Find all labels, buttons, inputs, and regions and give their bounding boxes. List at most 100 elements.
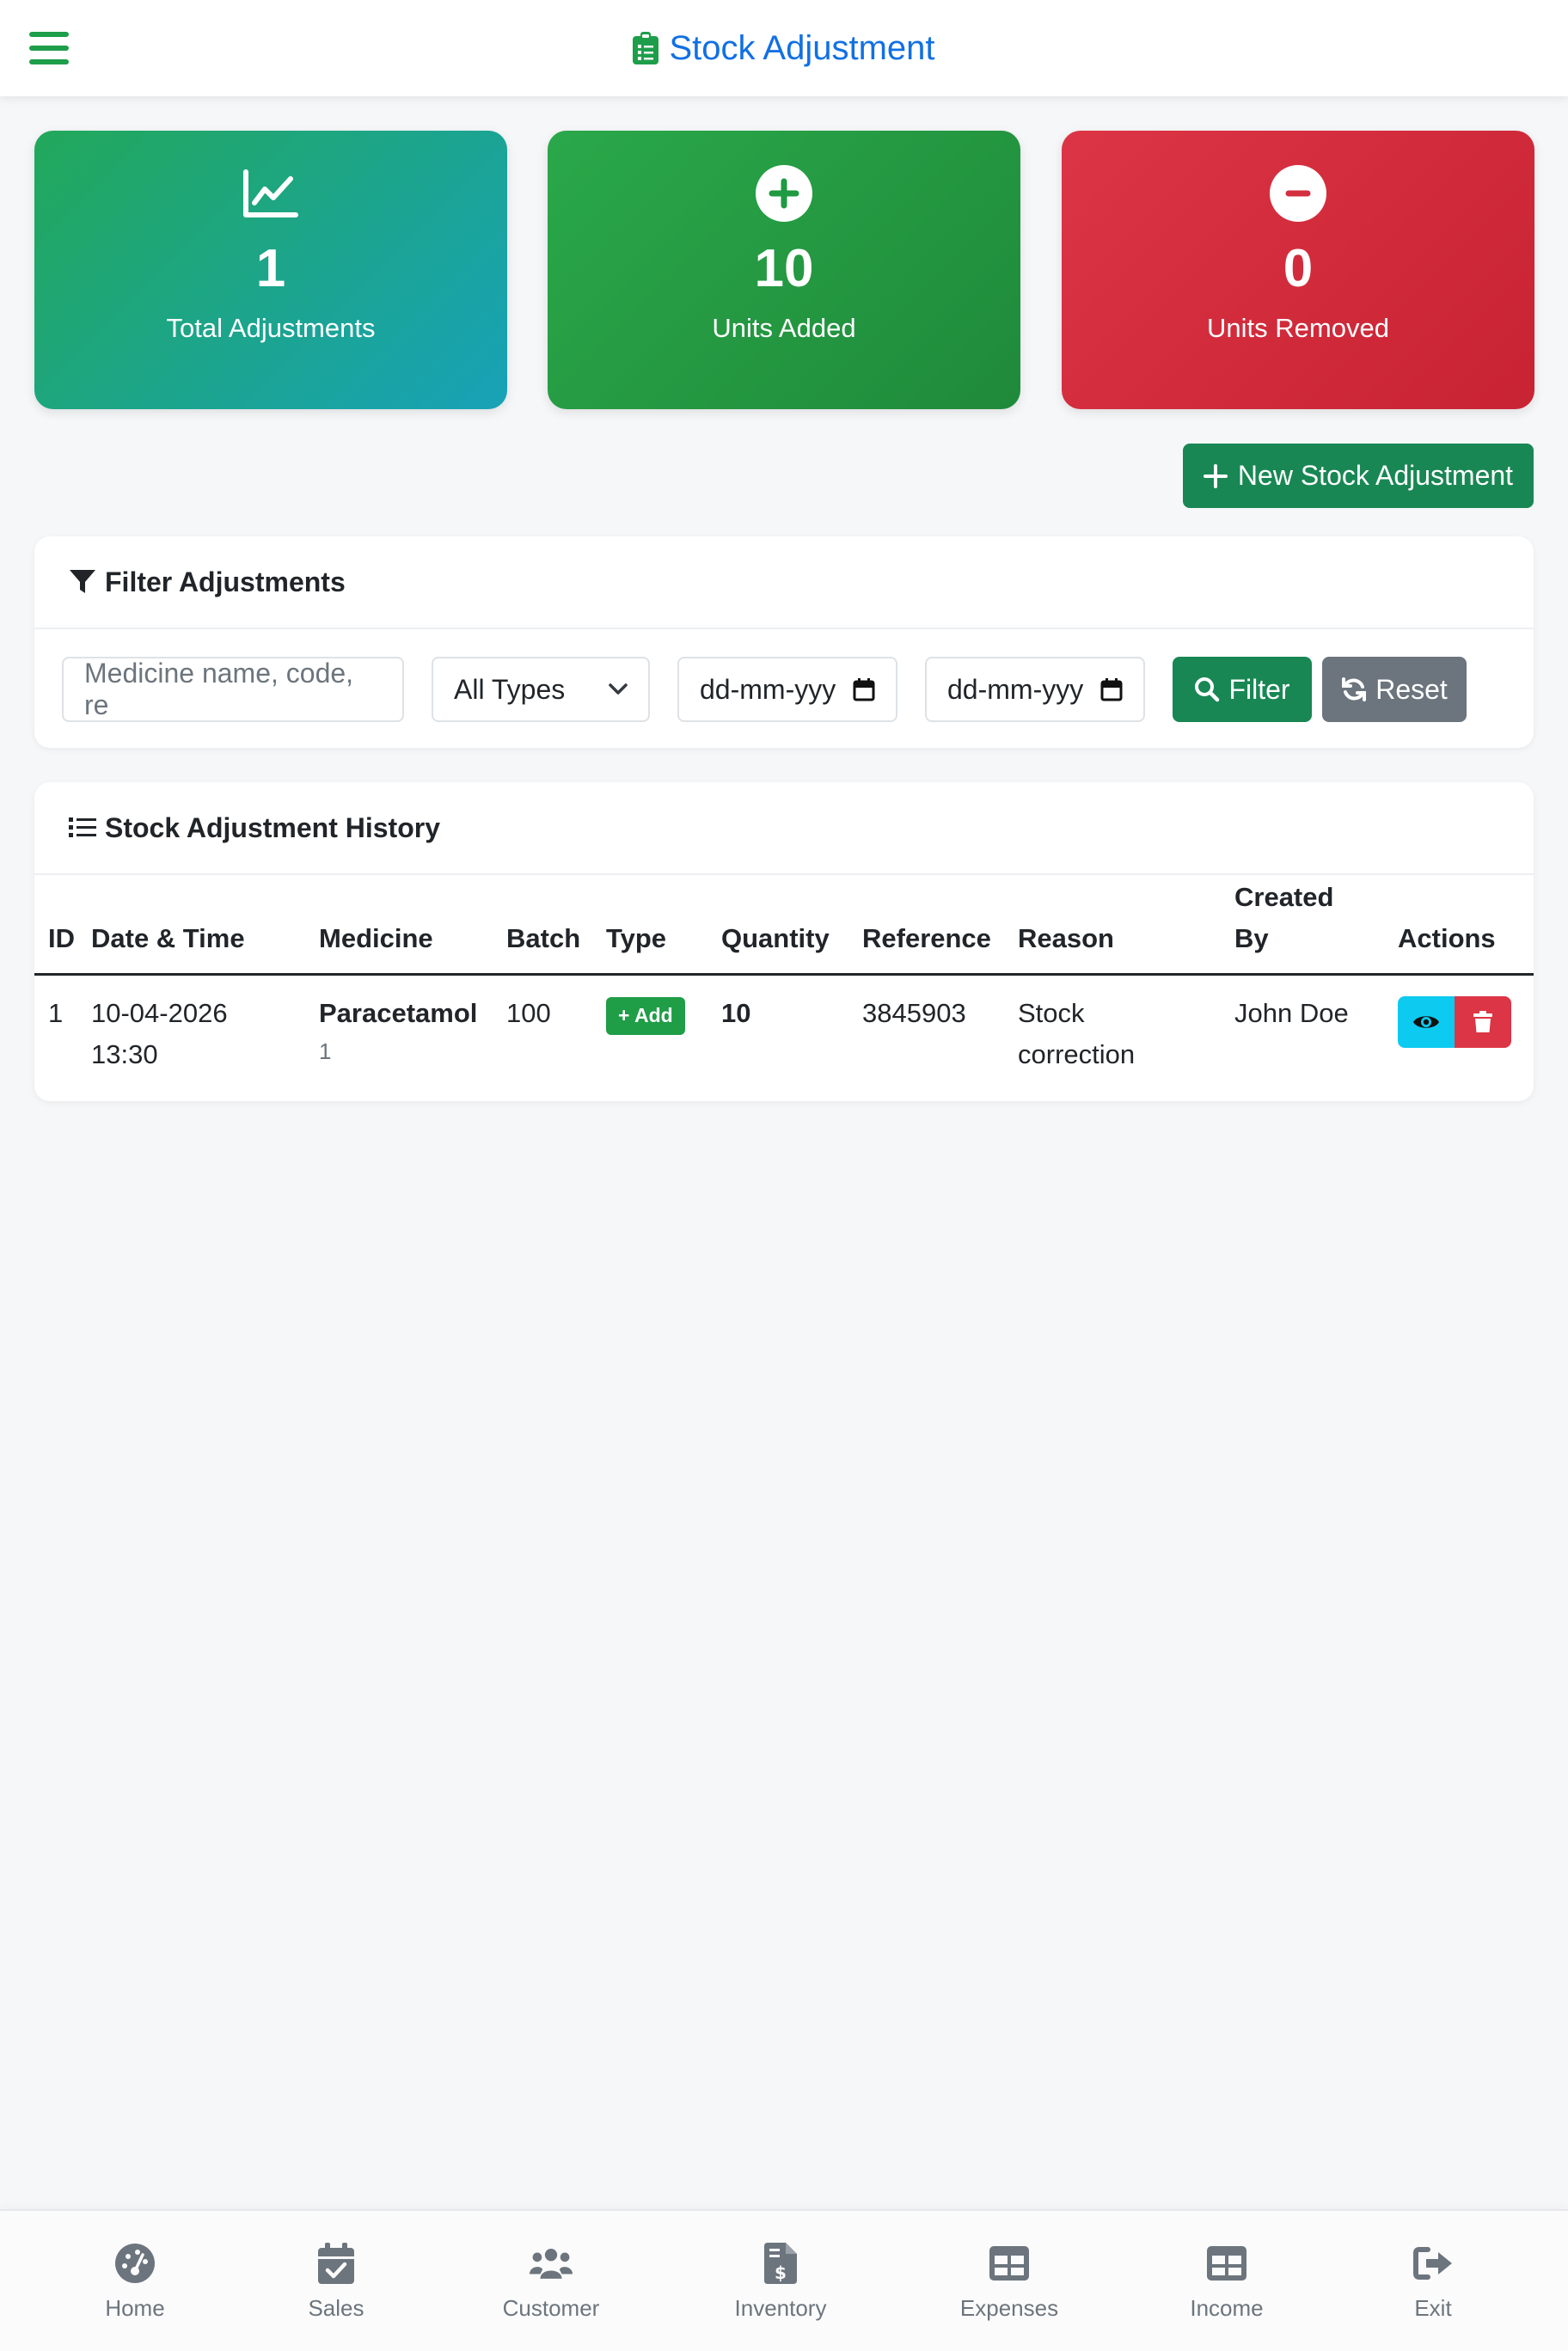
sign-out-icon [1412, 2242, 1455, 2285]
list-icon [69, 817, 96, 839]
nav-expenses[interactable]: Expenses [923, 2242, 1095, 2322]
nav-income-label: Income [1190, 2295, 1264, 2321]
reset-button[interactable]: Reset [1322, 657, 1467, 722]
refresh-icon [1341, 677, 1367, 702]
filter-button-label: Filter [1228, 673, 1290, 705]
bottom-nav: Home Sales Customer $ Inventory Expenses… [0, 2209, 1568, 2351]
chevron-down-icon [609, 683, 628, 695]
nav-customer-label: Customer [502, 2295, 600, 2321]
nav-exit-label: Exit [1414, 2295, 1452, 2321]
column-header-type: Type [606, 877, 721, 977]
chart-line-icon [241, 163, 301, 223]
delete-button[interactable] [1455, 996, 1511, 1049]
history-panel-title: Stock Adjustment History [105, 811, 440, 843]
column-header-medicine: Medicine [319, 877, 506, 977]
cell-reason: Stock correction [1018, 998, 1136, 1070]
cell-batch: 100 [506, 998, 551, 1029]
column-header-batch: Batch [506, 877, 606, 977]
type-badge: + Add [606, 997, 685, 1035]
filter-panel-header: Filter Adjustments [34, 536, 1534, 629]
table-grid-icon [1205, 2242, 1248, 2285]
plus-icon [1203, 463, 1228, 488]
minus-circle-icon [1268, 163, 1328, 223]
trash-icon [1473, 1011, 1492, 1033]
filter-panel: Filter Adjustments Medicine name, code, … [34, 536, 1534, 748]
view-button[interactable] [1398, 996, 1455, 1049]
nav-sales[interactable]: Sales [250, 2242, 422, 2322]
column-header-reason: Reason [1018, 877, 1234, 977]
history-panel: Stock Adjustment History ID Date & Time … [34, 782, 1534, 1101]
nav-home[interactable]: Home [49, 2242, 221, 2322]
hamburger-menu-icon[interactable] [29, 32, 69, 64]
date-to-placeholder: dd-mm-yyy [947, 673, 1084, 705]
column-header-id: ID [34, 877, 91, 977]
calendar-icon[interactable] [853, 677, 875, 701]
cell-reference: 3845903 [862, 998, 966, 1029]
reset-button-label: Reset [1375, 673, 1448, 705]
dashboard-gauge-icon [113, 2242, 156, 2285]
stat-label: Total Adjustments [166, 313, 376, 343]
column-header-reference: Reference [862, 877, 1018, 977]
stat-value: 1 [255, 239, 286, 298]
cell-type: + Add [606, 975, 721, 1076]
top-header: Stock Adjustment [0, 0, 1568, 96]
search-placeholder: Medicine name, code, re [84, 658, 354, 720]
file-invoice-dollar-icon: $ [759, 2242, 802, 2285]
nav-inventory[interactable]: $ Inventory [695, 2242, 867, 2322]
stat-card-total-adjustments: 1 Total Adjustments [34, 131, 507, 409]
date-to-input[interactable]: dd-mm-yyy [925, 657, 1145, 722]
plus-circle-icon [754, 163, 814, 223]
calendar-icon[interactable] [1100, 677, 1123, 701]
cell-medicine-sub: 1 [319, 1038, 332, 1065]
nav-home-label: Home [105, 2295, 165, 2321]
table-row: 1 10-04-2026 13:30 Paracetamol 1 100 + A… [34, 975, 1534, 1076]
row-actions [1398, 996, 1511, 1049]
search-icon [1194, 677, 1220, 702]
cell-date: 10-04-2026 [91, 998, 228, 1029]
new-stock-adjustment-label: New Stock Adjustment [1237, 460, 1514, 491]
cell-quantity: 10 [721, 998, 751, 1029]
nav-customer[interactable]: Customer [465, 2242, 637, 2322]
nav-expenses-label: Expenses [959, 2295, 1059, 2321]
column-header-quantity: Quantity [721, 877, 862, 977]
filter-panel-title: Filter Adjustments [105, 566, 346, 597]
nav-inventory-label: Inventory [734, 2295, 827, 2321]
cell-id: 1 [48, 998, 64, 1029]
type-select-value: All Types [454, 673, 566, 705]
column-header-date: Date & Time [91, 877, 319, 977]
nav-sales-label: Sales [308, 2295, 364, 2321]
svg-text:$: $ [775, 2262, 787, 2283]
stat-card-units-added: 10 Units Added [548, 131, 1020, 409]
nav-income[interactable]: Income [1141, 2242, 1313, 2322]
history-table: ID Date & Time Medicine Batch Type Quant… [34, 877, 1534, 1075]
users-icon [530, 2242, 573, 2285]
stat-label: Units Added [712, 313, 856, 343]
cell-medicine: Paracetamol 1 [319, 975, 506, 1076]
cell-actions [1398, 975, 1534, 1076]
cell-time: 13:30 [91, 1039, 158, 1070]
clipboard-list-icon [633, 32, 659, 64]
new-stock-adjustment-button[interactable]: New Stock Adjustment [1183, 444, 1534, 508]
calendar-check-icon [315, 2242, 358, 2285]
date-from-placeholder: dd-mm-yyy [700, 673, 836, 705]
column-header-created-by: Created By [1234, 877, 1398, 977]
cell-medicine-name: Paracetamol [319, 998, 478, 1029]
page-title-text: Stock Adjustment [669, 28, 935, 67]
stat-value: 0 [1283, 239, 1314, 298]
table-header-row: ID Date & Time Medicine Batch Type Quant… [34, 877, 1534, 977]
history-panel-header: Stock Adjustment History [34, 782, 1534, 875]
filter-funnel-icon [69, 569, 96, 595]
nav-exit[interactable]: Exit [1347, 2242, 1519, 2322]
date-from-input[interactable]: dd-mm-yyy [677, 657, 897, 722]
stat-value: 10 [754, 239, 814, 298]
search-input[interactable]: Medicine name, code, re [62, 657, 404, 722]
filter-button[interactable]: Filter [1173, 657, 1312, 722]
page-title: Stock Adjustment [633, 28, 935, 68]
stat-card-units-removed: 0 Units Removed [1062, 131, 1534, 409]
filter-controls: Medicine name, code, re All Types dd-mm-… [62, 657, 1467, 722]
eye-icon [1412, 1013, 1440, 1032]
cell-created-by: John Doe [1234, 998, 1349, 1029]
type-select[interactable]: All Types [432, 657, 650, 722]
table-grid-icon [988, 2242, 1031, 2285]
column-header-actions: Actions [1398, 877, 1534, 977]
